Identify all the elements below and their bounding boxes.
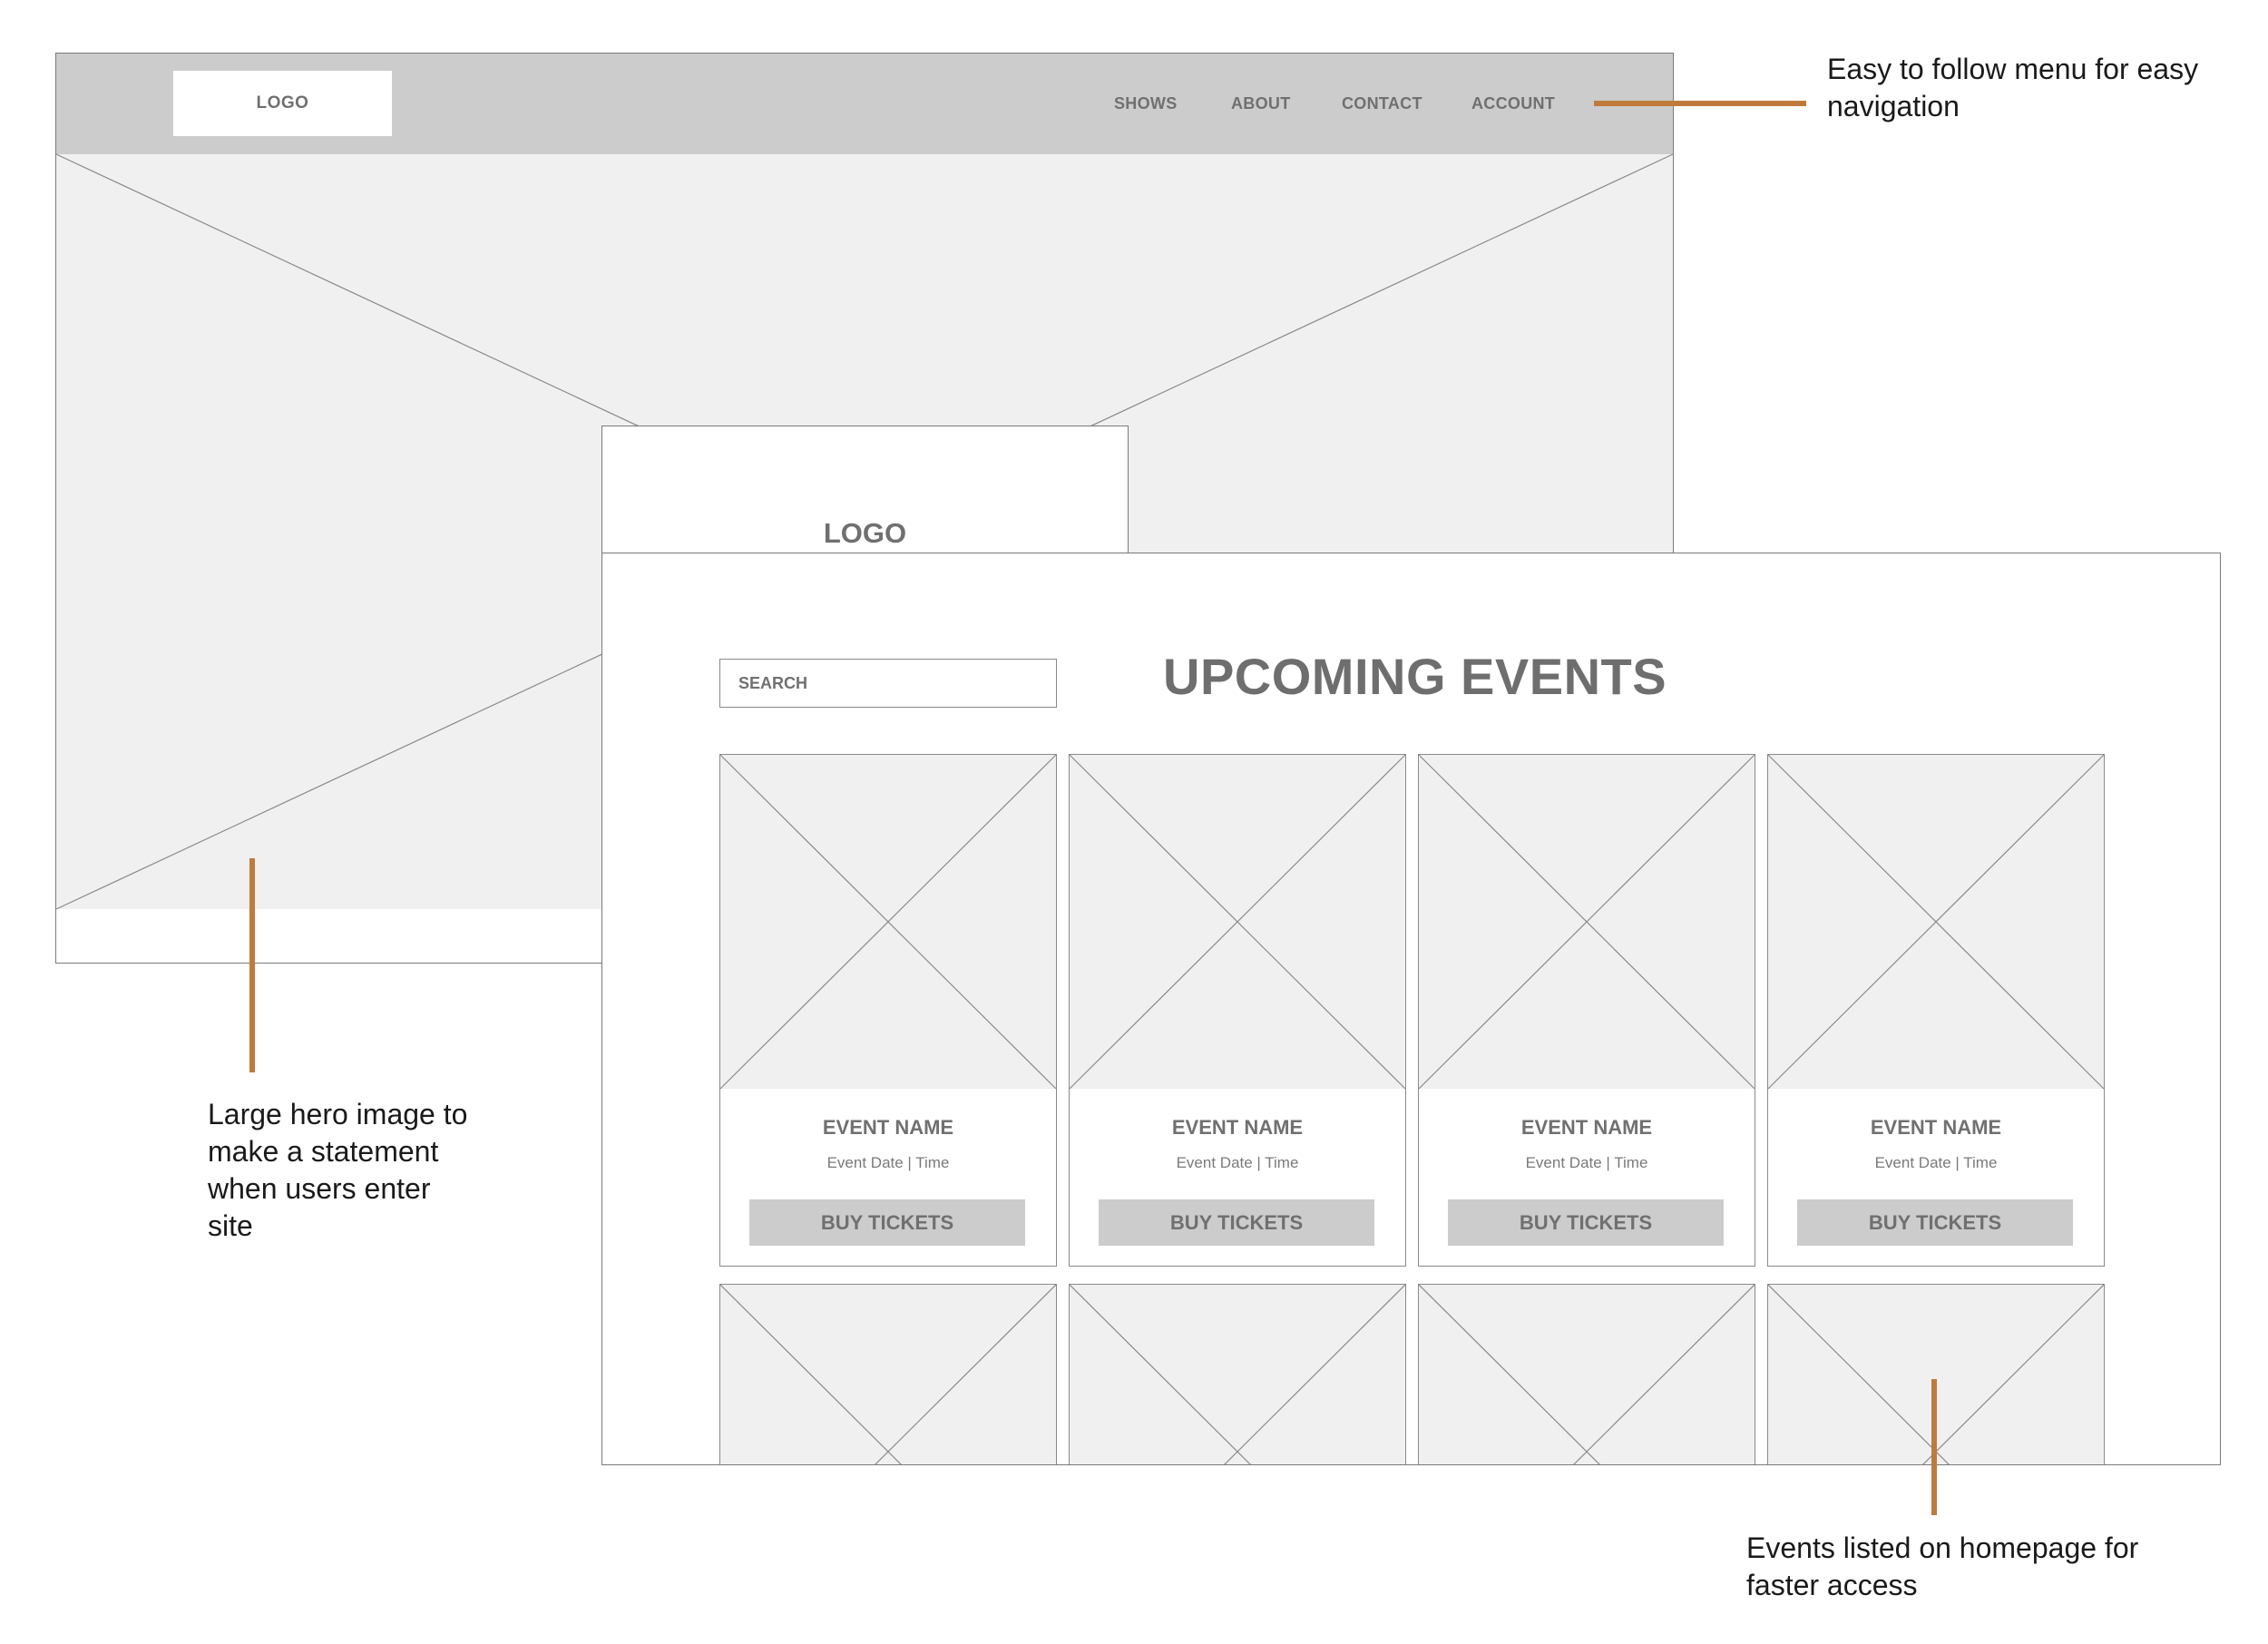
nav-bar: LOGO SHOWS ABOUT CONTACT ACCOUNT bbox=[56, 54, 1673, 154]
nav-item-shows[interactable]: SHOWS bbox=[1114, 54, 1178, 154]
event-card[interactable] bbox=[719, 1284, 1057, 1464]
events-callout-line bbox=[1931, 1379, 1937, 1515]
event-card[interactable]: EVENT NAME Event Date | Time BUY TICKETS bbox=[1767, 754, 2105, 1267]
event-image-placeholder bbox=[1418, 754, 1755, 1090]
event-card[interactable]: EVENT NAME Event Date | Time BUY TICKETS bbox=[719, 754, 1057, 1267]
event-card[interactable]: EVENT NAME Event Date | Time BUY TICKETS bbox=[1069, 754, 1406, 1267]
nav-item-about[interactable]: ABOUT bbox=[1231, 54, 1291, 154]
hero-annotation: Large hero image to make a statement whe… bbox=[208, 1098, 468, 1242]
event-name: EVENT NAME bbox=[1171, 1116, 1304, 1139]
event-image-placeholder bbox=[1069, 754, 1406, 1090]
page-title: UPCOMING EVENTS bbox=[1163, 648, 1667, 705]
event-name: EVENT NAME bbox=[1870, 1116, 2002, 1139]
event-image-placeholder bbox=[1767, 754, 2105, 1090]
event-date-time: Event Date | Time bbox=[1874, 1154, 1998, 1171]
image-placeholder-icon bbox=[1767, 754, 2105, 1090]
nav-item-contact[interactable]: CONTACT bbox=[1342, 54, 1422, 154]
event-image-placeholder bbox=[719, 754, 1057, 1090]
event-date-time: Event Date | Time bbox=[826, 1154, 950, 1171]
image-placeholder-icon bbox=[1419, 1285, 1755, 1464]
event-date-time: Event Date | Time bbox=[1525, 1154, 1648, 1171]
event-name: EVENT NAME bbox=[1520, 1116, 1653, 1139]
events-wireframe: SEARCH UPCOMING EVENTS EVENT NAME Event … bbox=[601, 553, 2221, 1465]
nav-item-account[interactable]: ACCOUNT bbox=[1471, 54, 1555, 154]
menu-callout-line bbox=[1594, 101, 1806, 106]
hero-callout-line bbox=[249, 858, 255, 1072]
event-card[interactable]: EVENT NAME Event Date | Time BUY TICKETS bbox=[1418, 754, 1755, 1267]
image-placeholder-icon bbox=[720, 1285, 1056, 1464]
image-placeholder-icon bbox=[719, 754, 1057, 1090]
buy-tickets-button[interactable]: BUY TICKETS bbox=[749, 1199, 1025, 1246]
image-placeholder-icon bbox=[1070, 1285, 1405, 1464]
nav-logo[interactable]: LOGO bbox=[173, 71, 392, 136]
events-logo[interactable]: LOGO bbox=[602, 517, 1128, 550]
buy-tickets-button[interactable]: BUY TICKETS bbox=[1797, 1199, 2073, 1246]
event-name: EVENT NAME bbox=[822, 1116, 954, 1139]
search-input[interactable]: SEARCH bbox=[719, 659, 1057, 708]
buy-tickets-button[interactable]: BUY TICKETS bbox=[1448, 1199, 1724, 1246]
events-annotation: Events listed on homepage for faster acc… bbox=[1746, 1531, 2139, 1601]
event-card[interactable] bbox=[1418, 1284, 1755, 1464]
event-date-time: Event Date | Time bbox=[1176, 1154, 1299, 1171]
image-placeholder-icon bbox=[1069, 754, 1406, 1090]
buy-tickets-button[interactable]: BUY TICKETS bbox=[1099, 1199, 1374, 1246]
menu-annotation: Easy to follow menu for easy navigation bbox=[1827, 53, 2199, 122]
event-card[interactable] bbox=[1069, 1284, 1406, 1464]
image-placeholder-icon bbox=[1418, 754, 1755, 1090]
